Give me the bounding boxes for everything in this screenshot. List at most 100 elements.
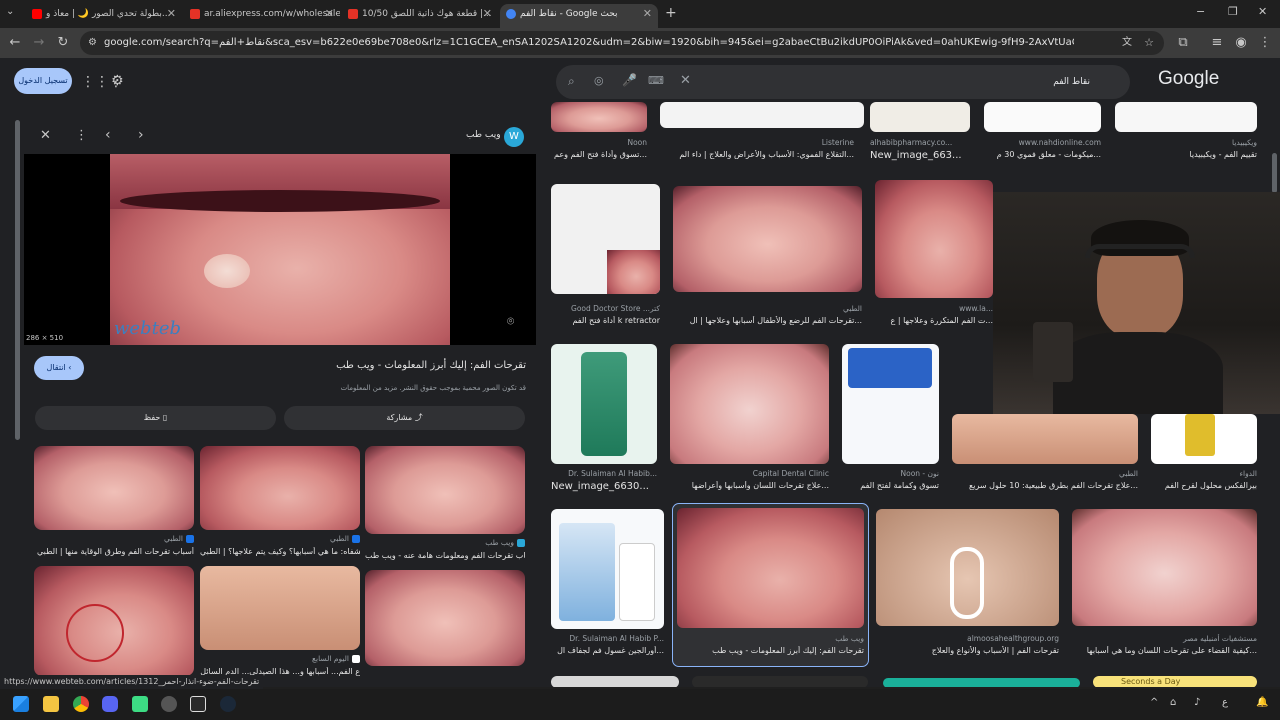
- menu-icon[interactable]: ⋮: [1256, 34, 1274, 52]
- extensions-icon[interactable]: ⧉: [1174, 34, 1192, 52]
- related-caption-1[interactable]: أسباب تقرحات الفم وطرق الوقاية منها | ال…: [34, 547, 194, 556]
- result-image[interactable]: [1072, 509, 1257, 626]
- result-caption[interactable]: تقرحات الفم: إليك أبرز المعلومات - ويب ط…: [677, 646, 864, 655]
- result-caption[interactable]: ميكومات - معلق فموي 30 م...: [984, 150, 1101, 159]
- close-window-icon[interactable]: ✕: [1258, 5, 1267, 18]
- result-caption[interactable]: تقييم الفم - ويكيبيديا: [1115, 150, 1257, 159]
- related-image-2[interactable]: [200, 446, 360, 530]
- result-image[interactable]: [1115, 102, 1257, 132]
- result-caption[interactable]: تقرحات الفم | الأسباب والأنواع والعلاج: [876, 646, 1059, 655]
- result-caption[interactable]: أداة فتح الفم k retractor: [551, 316, 660, 325]
- result-image[interactable]: [660, 102, 864, 128]
- result-caption[interactable]: New_image_6630...: [551, 481, 657, 492]
- close-panel-icon[interactable]: ✕: [40, 128, 51, 143]
- lens-search-icon[interactable]: ⌾: [507, 314, 514, 329]
- bookmark-star-icon[interactable]: ☆: [1144, 31, 1154, 55]
- file-explorer-icon[interactable]: [43, 696, 59, 712]
- maximize-icon[interactable]: ❐: [1228, 5, 1238, 18]
- result-image[interactable]: [551, 676, 679, 687]
- obs-icon[interactable]: [161, 696, 177, 712]
- result-image[interactable]: [952, 414, 1138, 464]
- result-caption[interactable]: ت الفم المتكررة وعلاجها | ع...: [875, 316, 993, 325]
- url-text[interactable]: google.com/search?q=نقاط+الفم&sca_esv=b6…: [104, 31, 1074, 55]
- forward-icon[interactable]: →: [30, 34, 48, 52]
- google-logo[interactable]: Google: [1158, 68, 1219, 90]
- address-bar[interactable]: ⚙ google.com/search?q=نقاط+الفم&sca_esv=…: [80, 31, 1164, 55]
- result-caption[interactable]: تسوق وأداة فتح الفم وعم...: [551, 150, 647, 159]
- result-caption[interactable]: أورالجين غسول فم لجفاف ال...: [551, 646, 664, 655]
- android-app-icon[interactable]: [132, 696, 148, 712]
- result-caption[interactable]: كيفية القضاء على تقرحات اللسان وما هي أس…: [1072, 646, 1257, 655]
- tab-1[interactable]: بطولة تحدي الصور 🌙 | معاذ و... ✕: [26, 4, 182, 28]
- tab-2[interactable]: ar.aliexpress.com/w/wholesale- ✕: [184, 4, 340, 28]
- related-caption-2[interactable]: تقرحات الشفاه: ما هي أسبابها؟ وكيف يتم ع…: [200, 547, 360, 556]
- tab-search-chevron-icon[interactable]: ⌄: [6, 6, 14, 17]
- windows-start-icon[interactable]: [13, 696, 29, 712]
- result-caption[interactable]: تقرحات الفم للرضع والأطفال أسبابها وعلاج…: [673, 316, 862, 325]
- keyboard-icon[interactable]: ⌨: [648, 74, 664, 87]
- tab-active[interactable]: نقاط الفم - Google بحث ✕: [500, 4, 658, 28]
- preview-image-frame[interactable]: webteb 286 × 510 ⌾: [24, 154, 536, 345]
- result-caption[interactable]: تسوق وكمامة لفتح الفم: [842, 481, 939, 490]
- signin-button[interactable]: تسجيل الدخول: [14, 68, 72, 94]
- clear-search-icon[interactable]: ✕: [680, 73, 691, 88]
- results-scrollbar[interactable]: [1272, 153, 1277, 193]
- settings-gear-icon[interactable]: ⚙: [111, 73, 124, 89]
- translate-icon[interactable]: 文: [1122, 31, 1132, 55]
- share-button[interactable]: مشاركة ⤴: [284, 406, 525, 430]
- result-image[interactable]: [673, 186, 862, 292]
- result-caption[interactable]: بيرالفكس محلول لقرح الفم: [1151, 481, 1257, 490]
- related-image-3[interactable]: [365, 446, 525, 534]
- network-icon[interactable]: ⌂: [1170, 697, 1176, 708]
- result-caption[interactable]: New_image_663...: [870, 150, 970, 161]
- volume-icon[interactable]: ♪: [1194, 697, 1200, 708]
- result-image[interactable]: [692, 676, 868, 687]
- steam-icon[interactable]: [220, 696, 236, 712]
- tab-3[interactable]: 10/50 قطعة هوك ذاتية اللصق |... ✕: [342, 4, 498, 28]
- site-info-icon[interactable]: ⚙: [88, 31, 97, 55]
- panel-scrollbar[interactable]: [15, 120, 20, 440]
- result-image[interactable]: [670, 344, 829, 464]
- search-icon[interactable]: ⌕: [568, 74, 575, 89]
- close-tab-icon[interactable]: ✕: [325, 4, 334, 24]
- notification-bell-icon[interactable]: 🔔: [1256, 697, 1268, 708]
- search-box[interactable]: ⌕ ◎ 🎤 ⌨ ✕ نقاط الفم: [556, 65, 1130, 99]
- result-image[interactable]: [883, 678, 1080, 687]
- close-tab-icon[interactable]: ✕: [643, 4, 652, 24]
- save-button[interactable]: حفظ ▯: [35, 406, 276, 430]
- result-image[interactable]: [984, 102, 1101, 132]
- selected-result[interactable]: ويب طب تقرحات الفم: إليك أبرز المعلومات …: [672, 503, 869, 667]
- app-icon[interactable]: [190, 696, 206, 712]
- related-caption-3[interactable]: أسباب تقرحات الفم ومعلومات هامة عنه - وي…: [365, 551, 525, 560]
- related-image-1[interactable]: [34, 446, 194, 530]
- visit-button[interactable]: انتقال ‹: [34, 356, 84, 380]
- more-options-icon[interactable]: ⋮: [75, 128, 88, 143]
- media-icon[interactable]: ≡: [1208, 34, 1226, 52]
- next-image-icon[interactable]: ›: [138, 127, 144, 143]
- language-indicator[interactable]: ع: [1222, 697, 1228, 708]
- source-site-name[interactable]: ويب طب: [466, 130, 501, 140]
- result-image[interactable]: [842, 344, 939, 464]
- result-image[interactable]: [1151, 414, 1257, 464]
- close-tab-icon[interactable]: ✕: [167, 4, 176, 24]
- related-image-5[interactable]: [200, 566, 360, 650]
- copyright-note[interactable]: قد تكون الصور محمية بموجب حقوق النشر. مز…: [150, 384, 526, 392]
- result-image[interactable]: [551, 509, 664, 629]
- panel-title[interactable]: تقرحات الفم: إليك أبرز المعلومات - ويب ط…: [150, 360, 526, 371]
- result-image[interactable]: Seconds a Day: [1093, 676, 1257, 687]
- result-image[interactable]: [875, 180, 993, 298]
- result-image[interactable]: [870, 102, 970, 132]
- discord-icon[interactable]: [102, 696, 118, 712]
- result-image[interactable]: [876, 509, 1059, 626]
- chrome-icon[interactable]: [73, 696, 89, 712]
- result-image[interactable]: [551, 344, 657, 464]
- back-icon[interactable]: ←: [6, 34, 24, 52]
- related-image-4[interactable]: [34, 566, 194, 676]
- previous-image-icon[interactable]: ‹: [105, 127, 111, 143]
- search-input[interactable]: نقاط الفم: [1053, 65, 1090, 99]
- preview-image[interactable]: webteb: [110, 154, 450, 345]
- result-caption[interactable]: علاج تقرحات اللسان وأسبابها وأعراضها...: [670, 481, 829, 490]
- result-image[interactable]: [551, 184, 660, 294]
- related-image-6[interactable]: [365, 570, 525, 666]
- close-tab-icon[interactable]: ✕: [483, 4, 492, 24]
